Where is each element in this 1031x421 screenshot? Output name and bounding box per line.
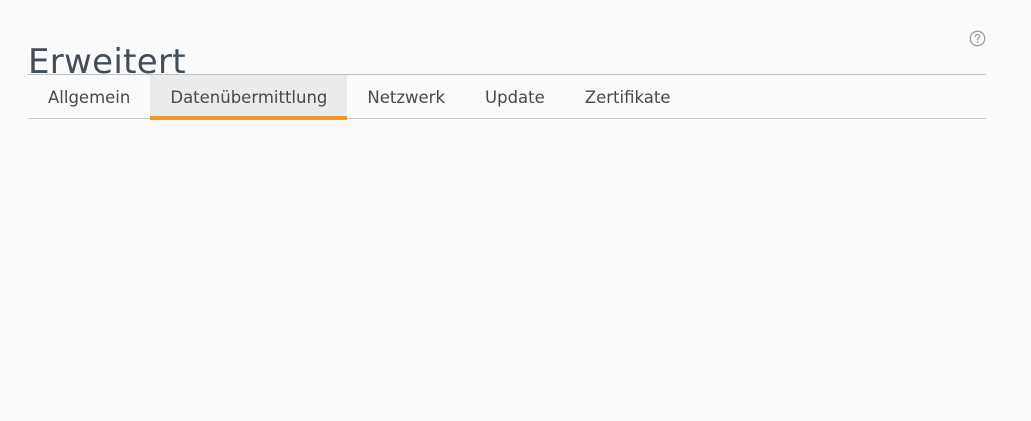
tab-bar: Allgemein Datenübermittlung Netzwerk Upd… <box>28 74 986 120</box>
tab-label: Update <box>485 87 545 107</box>
settings-page: Erweitert Allgemein Datenübermittlung Ne… <box>0 0 1031 421</box>
tab-allgemein[interactable]: Allgemein <box>28 75 150 119</box>
tab-label: Netzwerk <box>367 87 446 107</box>
page-header: Erweitert <box>28 18 986 82</box>
help-button[interactable] <box>969 30 986 47</box>
tab-zertifikate[interactable]: Zertifikate <box>565 75 691 119</box>
tab-label: Datenübermittlung <box>170 87 328 107</box>
tab-label: Zertifikate <box>584 87 671 107</box>
tab-datenuebermittlung[interactable]: Datenübermittlung <box>150 75 348 120</box>
tab-label: Allgemein <box>48 87 131 107</box>
tab-netzwerk[interactable]: Netzwerk <box>347 75 465 119</box>
tab-update[interactable]: Update <box>465 75 565 119</box>
help-circle-icon <box>969 30 986 47</box>
